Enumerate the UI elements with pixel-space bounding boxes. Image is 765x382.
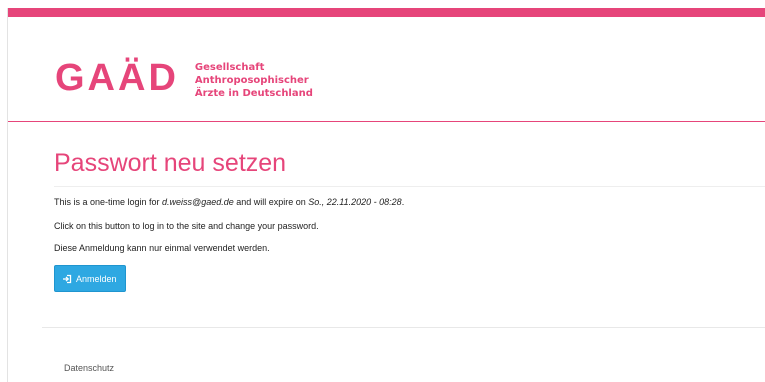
message-prefix: This is a one-time login for [54,197,163,207]
brand-top-bar [8,8,765,17]
sign-in-icon [63,274,72,283]
single-use-notice: Diese Anmeldung kann nur einmal verwende… [54,243,270,253]
site-header: GAÄD Gesellschaft Anthroposophischer Ärz… [8,17,765,122]
login-button[interactable]: Anmelden [54,265,126,292]
message-suffix: . [401,197,405,207]
login-button-label: Anmelden [76,273,117,284]
footer-divider [42,327,765,328]
logo-text-line: Anthroposophischer [194,75,309,86]
expiry-date: So., 22.11.2020 - 08:28 [308,197,402,207]
page-frame: GAÄD Gesellschaft Anthroposophischer Ärz… [7,8,765,382]
logo-text-line: Ärzte in Deutschland [194,88,313,99]
site-logo[interactable]: GAÄD Gesellschaft Anthroposophischer Ärz… [55,59,313,100]
logo-mark: GAÄD [55,57,179,99]
login-instruction: Click on this button to log in to the si… [54,221,319,231]
main-content: Passwort neu setzen This is a one-time l… [54,148,765,292]
message-middle: and will expire on [233,197,309,207]
page-title: Passwort neu setzen [54,148,765,187]
logo-text: Gesellschaft Anthroposophischer Ärzte in… [195,61,313,100]
privacy-link[interactable]: Datenschutz [64,363,114,373]
user-email: d.weiss@gaed.de [162,197,234,207]
logo-text-line: Gesellschaft [194,62,265,73]
one-time-login-message: This is a one-time login for d.weiss@gae… [54,197,765,208]
